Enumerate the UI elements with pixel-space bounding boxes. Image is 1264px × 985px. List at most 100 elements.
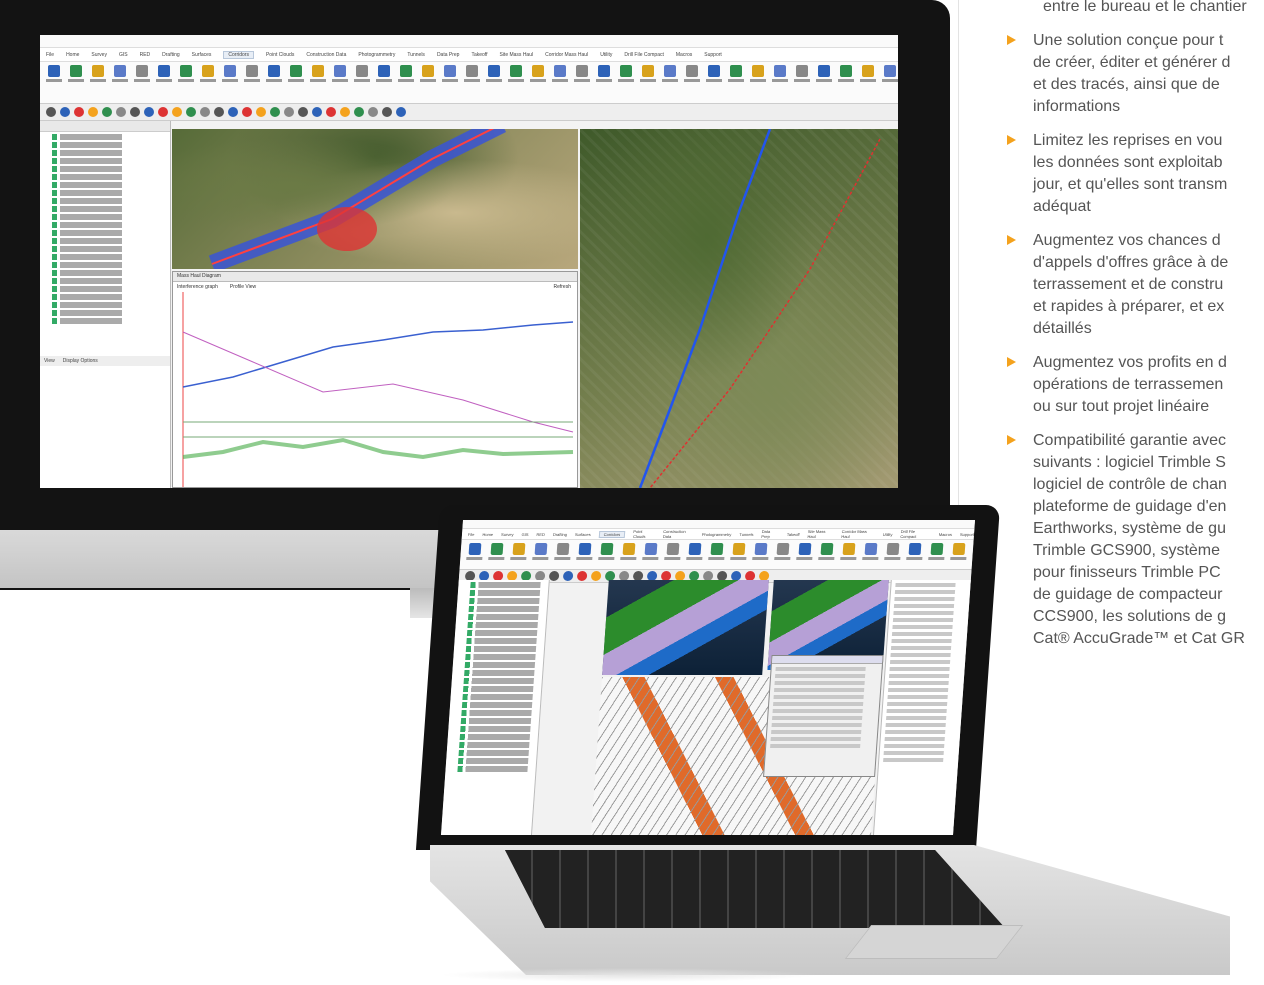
tab-display-options[interactable]: Display Options: [63, 356, 98, 366]
ribbon-button[interactable]: [488, 543, 506, 566]
ribbon-button[interactable]: [664, 543, 682, 566]
toolbar-icon[interactable]: [46, 107, 56, 117]
plan-view-map-left[interactable]: [172, 115, 578, 273]
ribbon-button[interactable]: [706, 65, 722, 100]
tree-item[interactable]: [52, 214, 122, 220]
tab-view[interactable]: View: [44, 356, 55, 366]
tree-item[interactable]: [457, 758, 529, 764]
ribbon-button[interactable]: [486, 65, 502, 100]
tree-item[interactable]: [52, 302, 122, 308]
tree-item[interactable]: [460, 718, 532, 724]
toolbar-icon[interactable]: [270, 107, 280, 117]
menu-tab[interactable]: File: [468, 532, 475, 537]
tree-item[interactable]: [460, 726, 531, 732]
tree-item[interactable]: [470, 582, 541, 588]
ribbon-button[interactable]: [750, 65, 766, 100]
tree-item[interactable]: [461, 710, 532, 716]
menu-tab[interactable]: Utility: [883, 532, 893, 537]
interference-graph-checkbox[interactable]: Interference graph: [177, 282, 218, 292]
ribbon-button[interactable]: [906, 543, 924, 566]
toolbar-icon[interactable]: [312, 107, 322, 117]
menu-tab[interactable]: Drafting: [162, 52, 180, 58]
menu-tab[interactable]: Surfaces: [575, 532, 591, 537]
ribbon-button[interactable]: [596, 65, 612, 100]
menu-tab[interactable]: Data Prep: [437, 52, 460, 58]
menu-tab[interactable]: Survey: [501, 532, 514, 537]
ribbon-button[interactable]: [774, 543, 792, 566]
toolbar-icon[interactable]: [242, 107, 252, 117]
ribbon-button[interactable]: [354, 65, 370, 100]
ribbon-button[interactable]: [510, 543, 528, 566]
toolbar-icon[interactable]: [172, 107, 182, 117]
menu-tab[interactable]: Construction Data: [306, 52, 346, 58]
tree-item[interactable]: [52, 142, 122, 148]
toolbar-icon[interactable]: [396, 107, 406, 117]
menu-tab[interactable]: Photogrammetry: [702, 532, 732, 537]
tree-item[interactable]: [468, 614, 539, 620]
ribbon-button[interactable]: [620, 543, 638, 566]
ribbon-button[interactable]: [90, 65, 106, 100]
tree-item[interactable]: [52, 134, 122, 140]
ribbon-button[interactable]: [884, 543, 902, 566]
toolbar-icon[interactable]: [284, 107, 294, 117]
ribbon-button[interactable]: [772, 65, 788, 100]
ribbon-button[interactable]: [376, 65, 392, 100]
tree-item[interactable]: [52, 174, 122, 180]
ribbon-button[interactable]: [464, 65, 480, 100]
tree-item[interactable]: [52, 190, 122, 196]
tree-item[interactable]: [52, 294, 122, 300]
tree-item[interactable]: [52, 206, 122, 212]
toolbar-icon[interactable]: [74, 107, 84, 117]
ribbon-button[interactable]: [266, 65, 282, 100]
ribbon-button[interactable]: [862, 543, 880, 566]
ribbon-button[interactable]: [552, 65, 568, 100]
ribbon-button[interactable]: [928, 543, 946, 566]
ribbon-button[interactable]: [420, 65, 436, 100]
toolbar-icon[interactable]: [326, 107, 336, 117]
toolbar-icon[interactable]: [228, 107, 238, 117]
ribbon-button[interactable]: [708, 543, 726, 566]
menu-tab[interactable]: Corridor Mass Haul: [841, 529, 875, 539]
ribbon-button[interactable]: [244, 65, 260, 100]
ribbon-button[interactable]: [310, 65, 326, 100]
menu-tab[interactable]: Macros: [939, 532, 952, 537]
menu-tab[interactable]: Site Mass Haul: [807, 529, 834, 539]
ribbon-button[interactable]: [950, 543, 968, 566]
ribbon-button[interactable]: [508, 65, 524, 100]
tree-item[interactable]: [459, 742, 530, 748]
toolbar-icon[interactable]: [214, 107, 224, 117]
menu-tab[interactable]: Utility: [600, 52, 612, 58]
menu-tab[interactable]: Data Prep: [761, 529, 779, 539]
ribbon-button[interactable]: [728, 65, 744, 100]
tree-item[interactable]: [52, 318, 122, 324]
tree-item[interactable]: [463, 678, 534, 684]
ribbon-button[interactable]: [598, 543, 616, 566]
menu-tab[interactable]: Macros: [676, 52, 692, 58]
ribbon-button[interactable]: [134, 65, 150, 100]
ribbon-button[interactable]: [466, 543, 484, 566]
ribbon-button[interactable]: [576, 543, 594, 566]
menu-tab[interactable]: Construction Data: [663, 529, 695, 539]
menu-tab[interactable]: GIS: [119, 52, 128, 58]
3d-corridor-view[interactable]: [602, 580, 769, 675]
menu-tab[interactable]: File: [46, 52, 54, 58]
toolbar-icon[interactable]: [102, 107, 112, 117]
menu-tab[interactable]: Surfaces: [192, 52, 212, 58]
ribbon-button[interactable]: [860, 65, 876, 100]
toolbar-icon[interactable]: [186, 107, 196, 117]
menu-tab[interactable]: Photogrammetry: [358, 52, 395, 58]
tree-item[interactable]: [467, 622, 538, 628]
menu-tab[interactable]: Corridor Mass Haul: [545, 52, 588, 58]
tree-item[interactable]: [459, 734, 531, 740]
tree-item[interactable]: [52, 166, 122, 172]
ribbon-button[interactable]: [752, 543, 770, 566]
ribbon-button[interactable]: [112, 65, 128, 100]
laptop-trackpad[interactable]: [844, 925, 1024, 959]
tree-item[interactable]: [469, 590, 541, 596]
menu-tab[interactable]: Support: [704, 52, 722, 58]
profile-view-checkbox[interactable]: Profile View: [230, 282, 256, 292]
toolbar-icon[interactable]: [298, 107, 308, 117]
plan-view-map-right[interactable]: [580, 128, 898, 488]
tree-item[interactable]: [52, 150, 122, 156]
ribbon-button[interactable]: [796, 543, 814, 566]
